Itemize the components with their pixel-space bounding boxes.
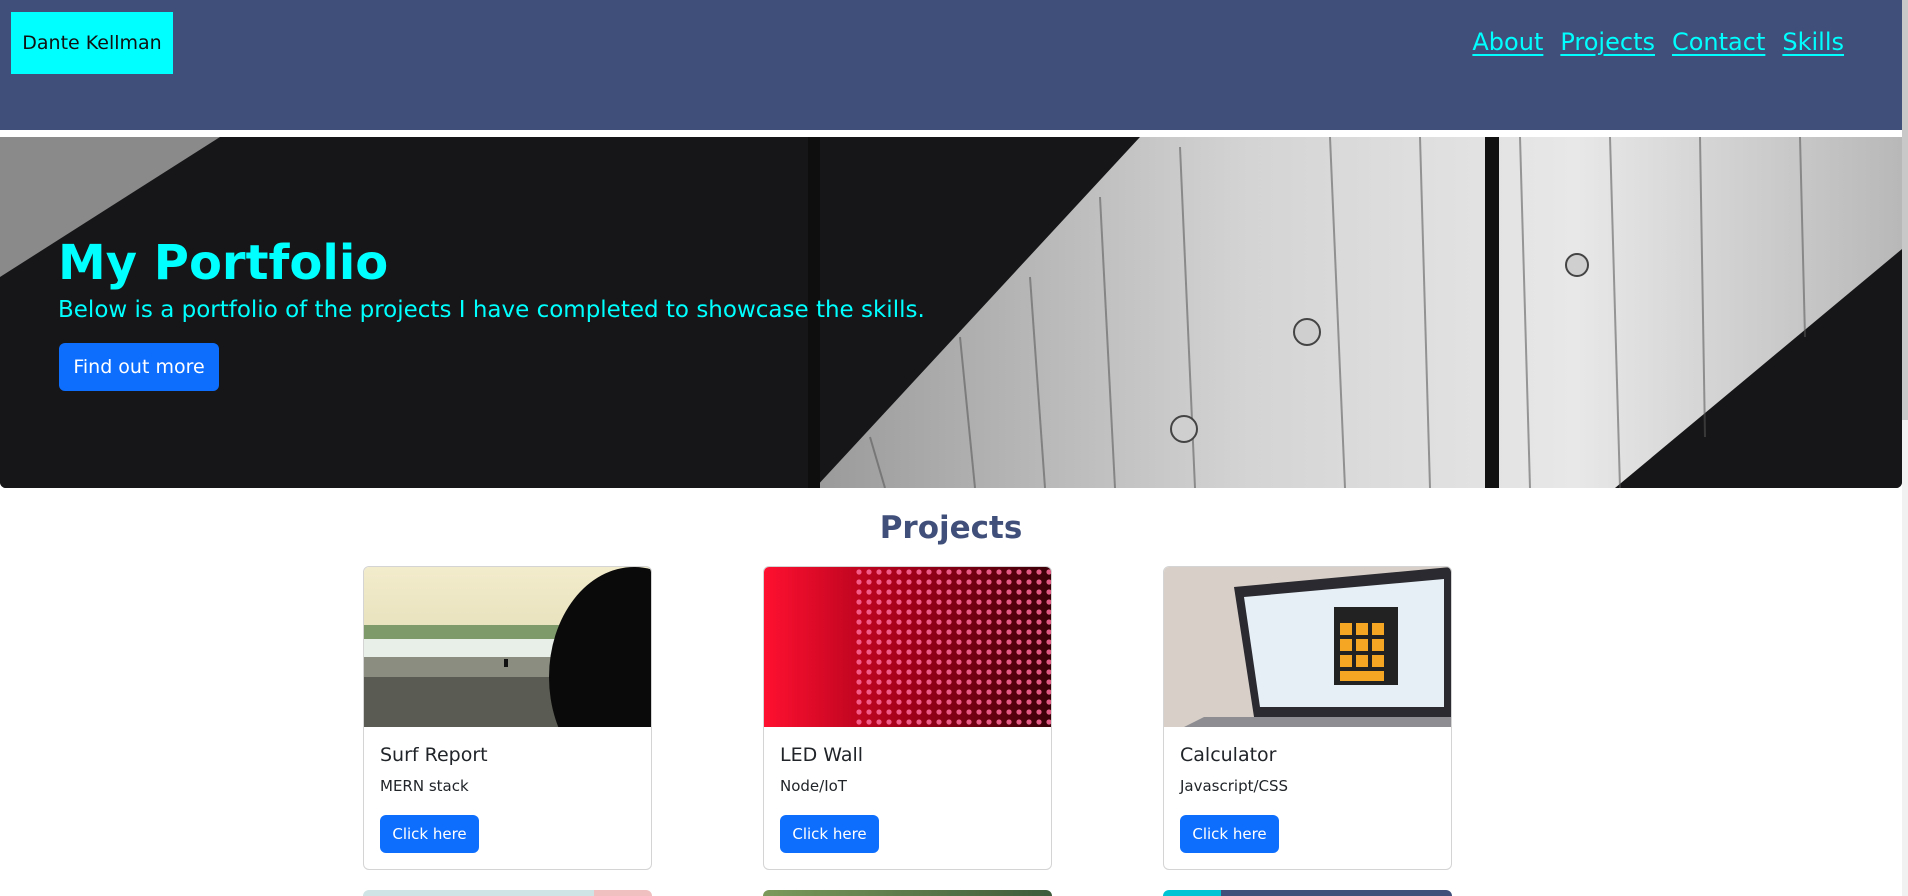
card-title: Surf Report — [380, 744, 488, 766]
surf-report-click-button[interactable]: Click here — [380, 815, 479, 853]
card-stack: Javascript/CSS — [1180, 777, 1289, 795]
led-wall-image — [764, 567, 1051, 727]
projects-heading: Projects — [879, 510, 1023, 546]
nav-link-about[interactable]: About — [1472, 28, 1543, 56]
nav-link-projects[interactable]: Projects — [1560, 28, 1655, 56]
surf-report-image — [364, 567, 651, 727]
calculator-image — [1164, 567, 1451, 727]
hero-title: My Portfolio — [58, 235, 389, 291]
nav-link-skills[interactable]: Skills — [1782, 28, 1844, 56]
project-card-peek-1 — [363, 890, 652, 896]
card-title: LED Wall — [780, 744, 864, 766]
led-wall-click-button[interactable]: Click here — [780, 815, 879, 853]
page-scrollbar[interactable] — [1902, 0, 1908, 896]
nav-link-contact[interactable]: Contact — [1672, 28, 1765, 56]
card-title: Calculator — [1180, 744, 1277, 766]
main-nav: About Projects Contact Skills — [1472, 28, 1844, 56]
project-card-peek-3 — [1163, 890, 1452, 896]
project-card-peek-2 — [763, 890, 1052, 896]
project-card-led-wall: LED Wall Node/IoT Click here — [763, 566, 1052, 870]
project-card-surf-report: Surf Report MERN stack Click here — [363, 566, 652, 870]
card-stack: Node/IoT — [780, 777, 847, 795]
scrollbar-thumb[interactable] — [1902, 0, 1908, 420]
project-card-calculator: Calculator Javascript/CSS Click here — [1163, 566, 1452, 870]
hero-subtitle: Below is a portfolio of the projects I h… — [58, 297, 925, 323]
brand-logo[interactable]: Dante Kellman — [11, 12, 173, 74]
find-out-more-button[interactable]: Find out more — [59, 343, 219, 391]
hero-banner: My Portfolio Below is a portfolio of the… — [0, 137, 1902, 488]
site-header: Dante Kellman About Projects Contact Ski… — [0, 0, 1902, 130]
calculator-click-button[interactable]: Click here — [1180, 815, 1279, 853]
card-stack: MERN stack — [380, 777, 469, 795]
